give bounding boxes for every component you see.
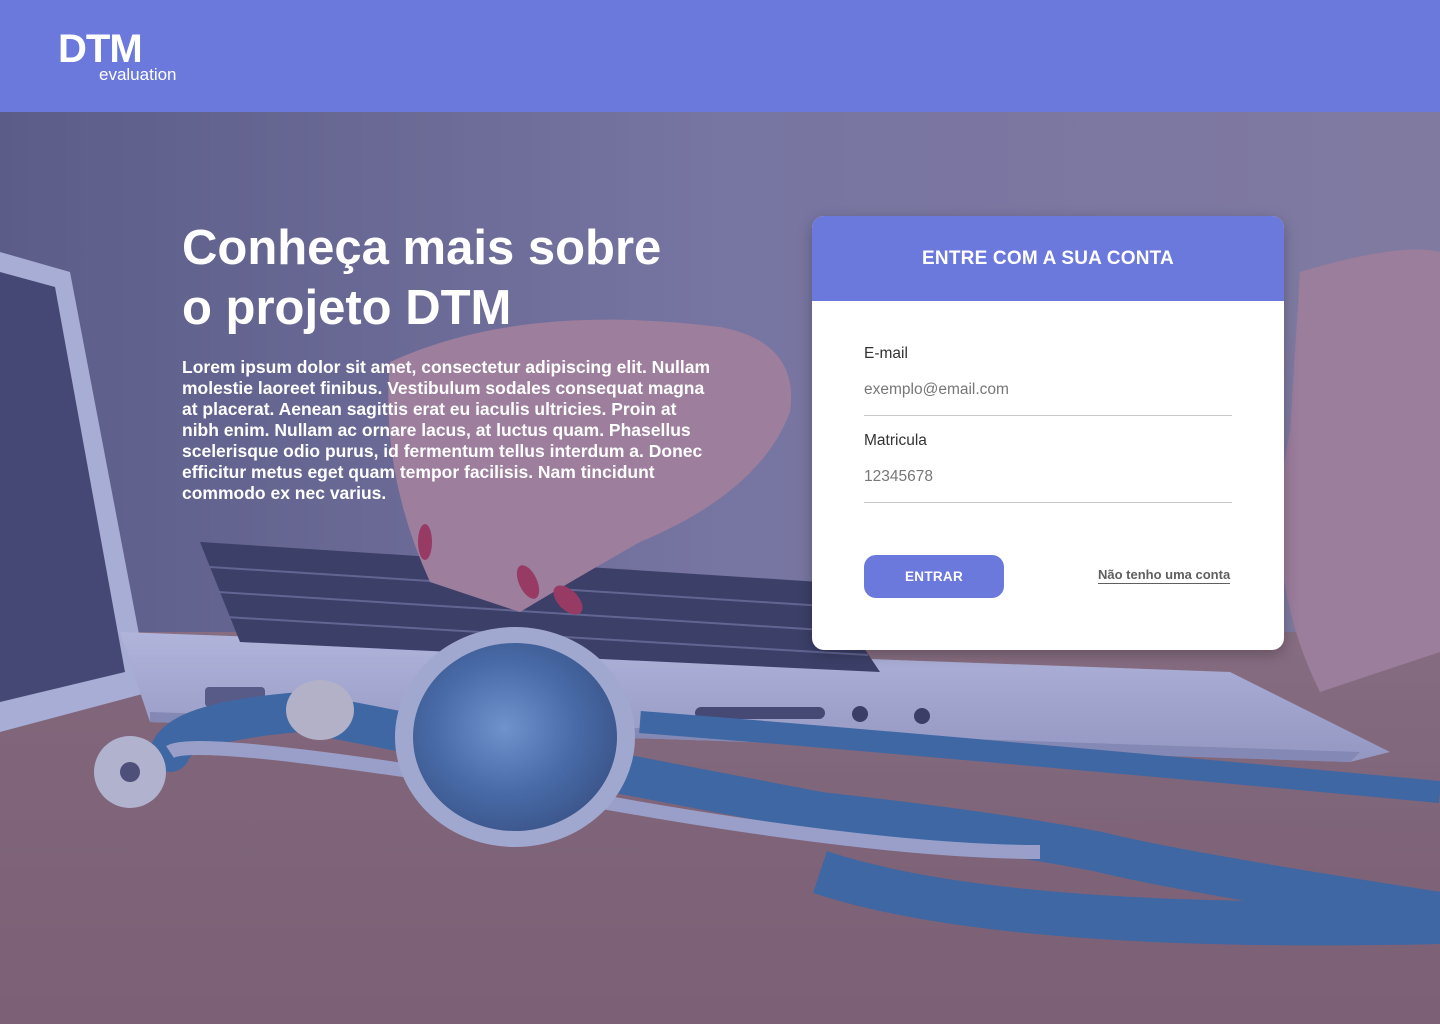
headline-line-2: o projeto DTM [182,281,512,335]
no-account-link[interactable]: Não tenho uma conta [1098,567,1231,584]
matricula-label: Matricula [864,432,927,449]
login-card-title: ENTRE COM A SUA CONTA [812,216,1284,301]
hero-headline: Conheça mais sobre o projeto DTM [182,218,742,338]
email-label: E-mail [864,345,908,362]
hero-description: Lorem ipsum dolor sit amet, consectetur … [182,357,711,503]
logo-title: DTM [58,27,143,71]
logo-subtitle: evaluation [99,65,177,84]
email-field-group: E-mail [864,345,1232,416]
top-header: DTM evaluation [0,0,1440,112]
logo[interactable]: DTM evaluation [58,27,177,84]
matricula-input[interactable] [864,468,1232,503]
email-input[interactable] [864,381,1232,416]
login-card: ENTRE COM A SUA CONTA E-mail Matricula E… [812,216,1284,650]
entrar-button[interactable]: ENTRAR [864,555,1004,598]
matricula-field-group: Matricula [864,432,1232,503]
headline-line-1: Conheça mais sobre [182,221,662,275]
